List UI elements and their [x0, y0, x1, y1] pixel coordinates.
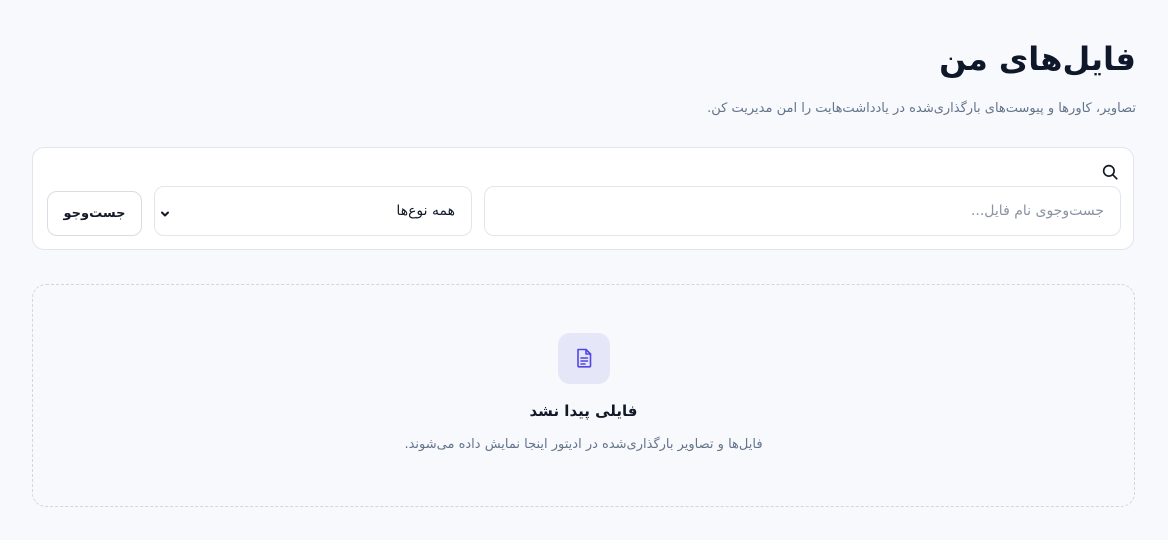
empty-state-description: فایل‌ها و تصاویر بارگذاری‌شده در ادیتور …: [404, 437, 763, 452]
page-subtitle: تصاویر، کاورها و پیوست‌های بارگذاری‌شده …: [707, 101, 1136, 116]
type-filter-select[interactable]: همه نوع‌ها: [154, 186, 472, 236]
search-input[interactable]: [484, 186, 1121, 236]
empty-state-panel: فایلی پیدا نشد فایل‌ها و تصاویر بارگذاری…: [32, 284, 1135, 507]
search-button[interactable]: جست‌وجو: [47, 191, 142, 236]
search-icon: [1101, 163, 1119, 181]
files-page: فایل‌های من تصاویر، کاورها و پیوست‌های ب…: [0, 0, 1168, 540]
type-filter-value: همه نوع‌ها: [396, 203, 455, 219]
search-card: همه نوع‌ها جست‌وجو: [32, 147, 1134, 250]
empty-state-icon-box: [558, 333, 610, 384]
empty-state-title: فایلی پیدا نشد: [529, 402, 638, 420]
page-title: فایل‌های من: [939, 40, 1136, 78]
file-text-icon: [575, 348, 593, 368]
chevron-down-icon: [159, 205, 171, 217]
